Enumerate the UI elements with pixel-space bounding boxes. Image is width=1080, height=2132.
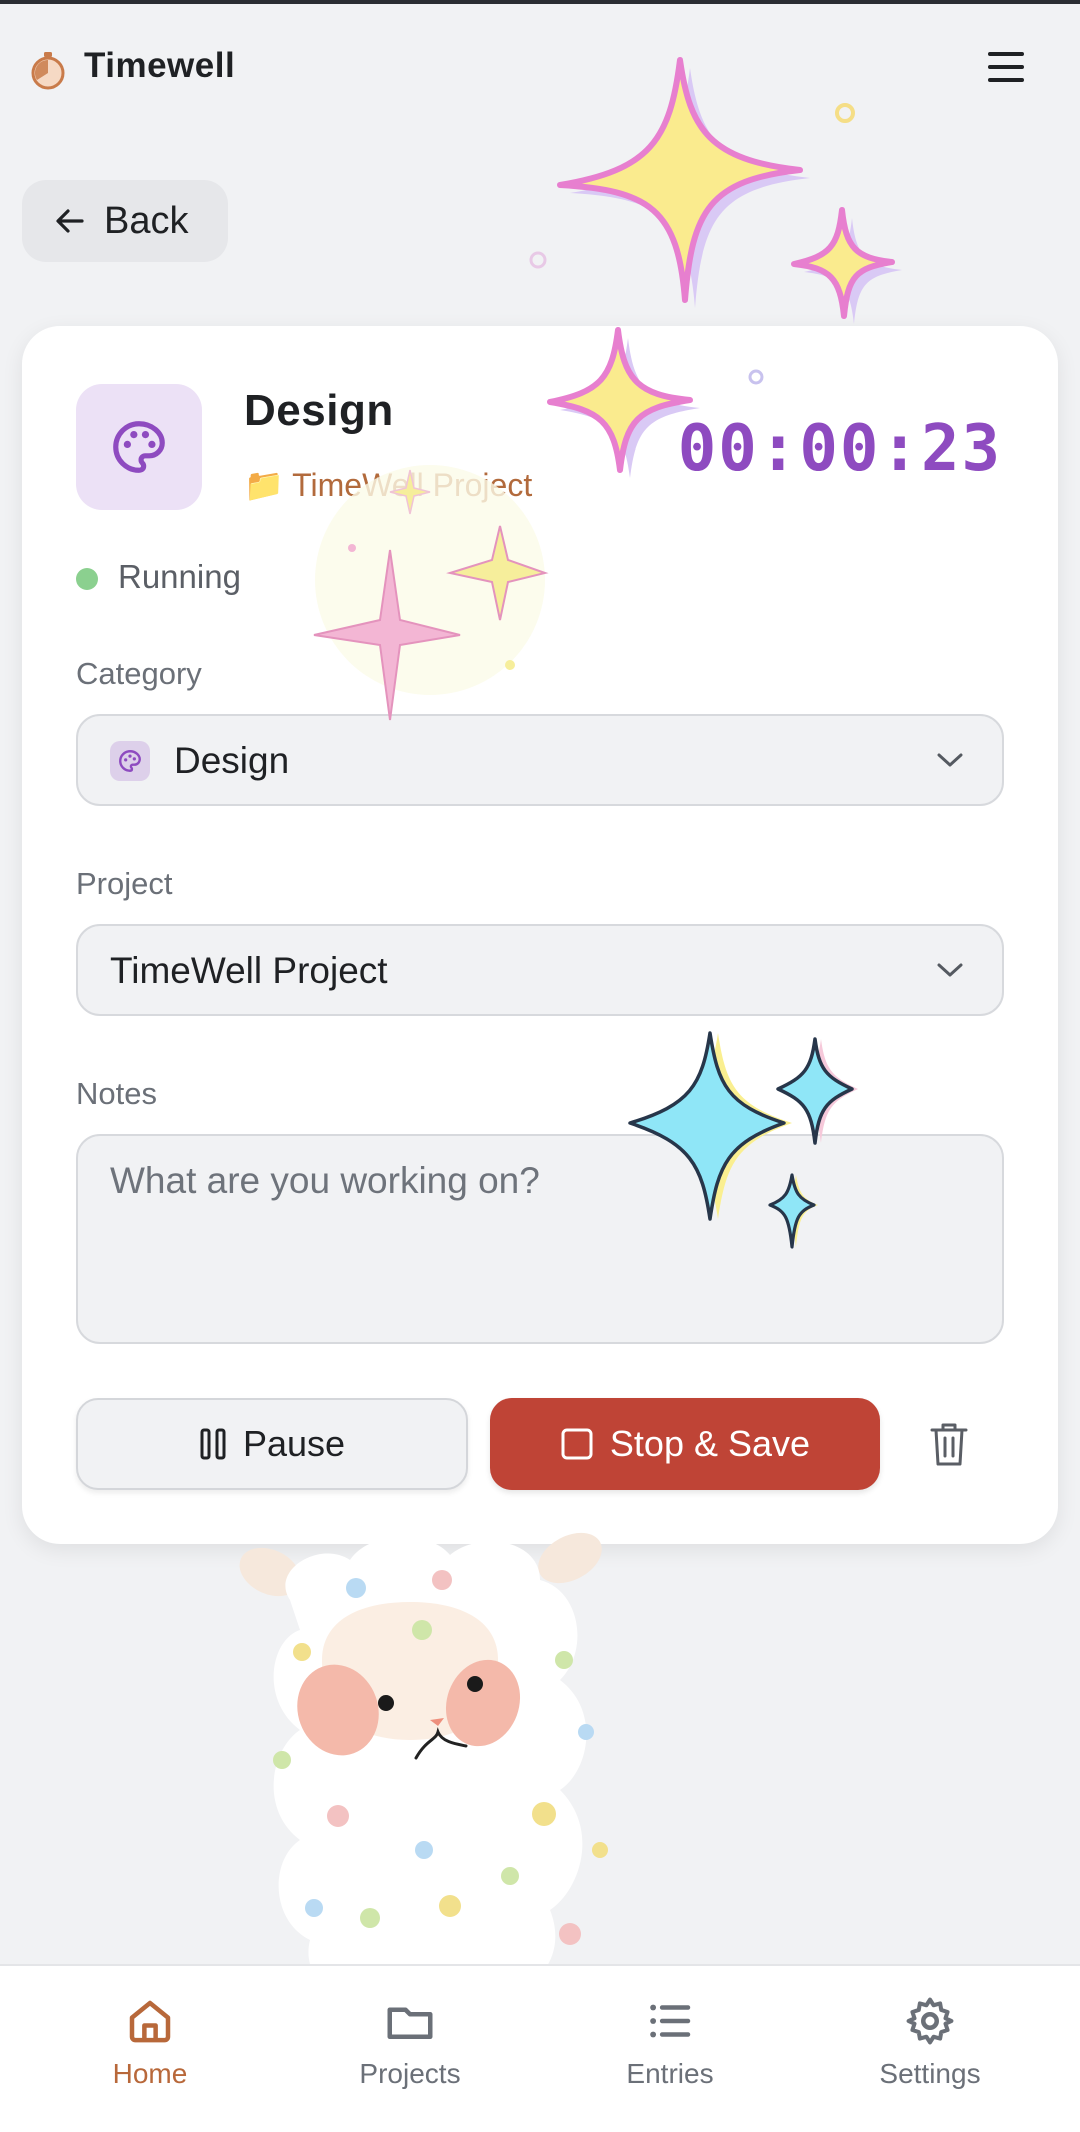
trash-icon[interactable] — [926, 1420, 972, 1468]
category-label: Category — [76, 656, 202, 691]
app-header: Timewell — [0, 0, 1080, 140]
list-icon — [650, 2004, 691, 2038]
stop-square-icon — [561, 1428, 593, 1460]
status-text: Running — [118, 558, 241, 595]
gear-icon — [906, 1997, 954, 2045]
hamburger-menu-icon[interactable] — [988, 52, 1024, 82]
running-status-dot — [76, 568, 98, 590]
project-select[interactable]: TimeWell Project — [76, 924, 1004, 1016]
nav-home-label: Home — [112, 2058, 188, 2089]
back-label: Back — [104, 199, 189, 242]
folder-emoji-icon: 📁 — [244, 467, 284, 503]
arrow-left-icon — [56, 209, 84, 233]
category-palette-icon — [110, 741, 150, 781]
task-title: Design — [244, 386, 394, 435]
stop-save-label: Stop & Save — [609, 1423, 811, 1464]
notes-textarea[interactable] — [76, 1134, 1004, 1344]
pause-button[interactable]: Pause — [76, 1398, 468, 1490]
elapsed-timer: 00:00:23 — [677, 412, 1002, 486]
category-select[interactable]: Design — [76, 714, 1004, 806]
home-icon — [129, 2000, 171, 2043]
nav-home[interactable]: Home — [50, 1994, 250, 2104]
folder-icon — [387, 2007, 433, 2039]
nav-entries-label: Entries — [626, 2058, 714, 2089]
app-title: Timewell — [84, 46, 236, 85]
nav-projects-label: Projects — [359, 2058, 461, 2089]
stopwatch-logo-icon — [31, 52, 65, 90]
project-value: TimeWell Project — [110, 950, 388, 991]
stop-save-button[interactable]: Stop & Save — [490, 1398, 880, 1490]
category-tile — [76, 384, 202, 510]
pause-icon — [200, 1428, 226, 1460]
task-project: 📁 TimeWell Project — [244, 466, 532, 504]
palette-icon — [113, 421, 165, 473]
project-label: Project — [76, 866, 173, 901]
notes-label: Notes — [76, 1076, 157, 1111]
chevron-down-icon — [937, 753, 963, 767]
pause-label: Pause — [242, 1423, 346, 1464]
back-button[interactable]: Back — [22, 180, 228, 262]
bottom-navigation: Home Projects Entries Settings — [0, 1964, 1080, 2132]
nav-projects[interactable]: Projects — [310, 1994, 510, 2104]
timer-card: Design 📁 TimeWell Project 00:00:23 Runni… — [22, 326, 1058, 1544]
nav-settings-label: Settings — [879, 2058, 981, 2089]
nav-settings[interactable]: Settings — [830, 1994, 1030, 2104]
nav-entries[interactable]: Entries — [570, 1994, 770, 2104]
task-project-name: TimeWell Project — [292, 467, 533, 503]
chevron-down-icon — [937, 963, 963, 977]
category-value: Design — [174, 740, 290, 781]
